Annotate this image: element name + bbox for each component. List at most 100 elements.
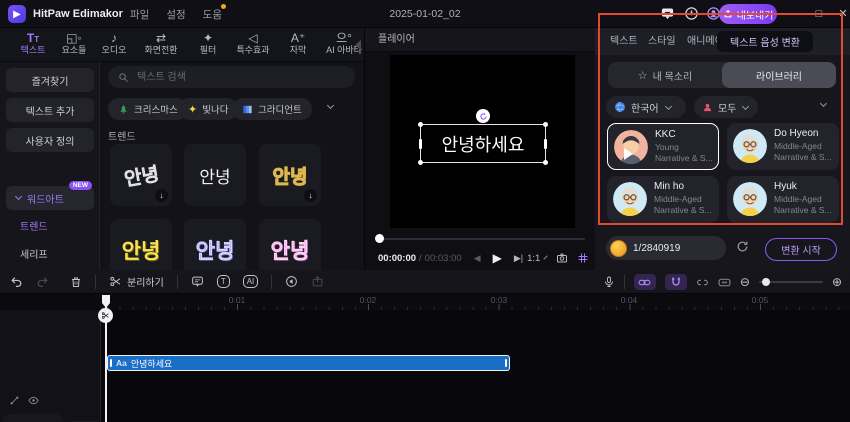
text-sidebar: 즐겨찾기 텍스트 추가 사용자 정의 워드아트 NEW 트렌드 세리프 산 세리… <box>0 62 100 270</box>
close-button[interactable]: ✕ <box>836 7 850 21</box>
text-style-thumb[interactable]: 안녕 ↓ <box>259 144 321 206</box>
chip-christmas[interactable]: 크리스마스 <box>108 98 188 120</box>
fit-timeline-icon[interactable] <box>718 276 731 289</box>
export-button[interactable]: 내보내기 <box>719 4 777 24</box>
resize-handle[interactable] <box>418 160 423 165</box>
playhead-split-icon[interactable] <box>98 308 113 323</box>
menubar: 파일 설정 도움 <box>130 0 226 28</box>
panel-collapse-arrow[interactable] <box>355 40 361 50</box>
voiceover-icon[interactable] <box>285 275 298 288</box>
track-link-icon[interactable] <box>9 395 20 406</box>
zoom-in-icon[interactable]: ⊕ <box>832 275 842 289</box>
chip-glow[interactable]: ✦ 빛나다 <box>178 98 239 120</box>
minimize-button[interactable]: — <box>786 7 800 21</box>
voice-card-min-ho[interactable]: Min ho Middle-Aged Narrative & S... <box>607 176 719 223</box>
filters-expand-chevron-icon[interactable] <box>819 99 828 108</box>
resize-handle[interactable] <box>543 160 548 165</box>
chip-gradient[interactable]: 그라디언트 <box>232 98 312 120</box>
voice-card-do-hyeon[interactable]: Do Hyeon Middle-Aged Narrative & S... <box>727 123 839 170</box>
text-style-thumb[interactable]: 안녕 ↓ <box>110 144 172 206</box>
christmas-tree-icon <box>120 104 127 114</box>
zoom-out-icon[interactable]: ⊖ <box>740 275 750 289</box>
refresh-icon[interactable] <box>736 240 749 253</box>
time-current: 00:00:00 <box>378 252 417 264</box>
grid-icon[interactable] <box>577 252 589 264</box>
record-mic-icon[interactable] <box>603 276 615 288</box>
voice-card-kkc[interactable]: KKC Young Narrative & S... <box>607 123 719 170</box>
text-style-thumb[interactable]: 안녕 <box>184 219 246 270</box>
export-clip-icon[interactable] <box>311 275 324 288</box>
video-canvas[interactable]: 안녕하세요 <box>390 55 575 228</box>
sidebar-subitem-serif[interactable]: 세리프 <box>20 246 48 261</box>
player-scrubber[interactable] <box>375 238 585 240</box>
resize-handle[interactable] <box>418 122 423 127</box>
delete-icon[interactable] <box>70 276 82 288</box>
download-icon[interactable] <box>684 6 700 22</box>
timeline-ruler[interactable]: 0:01 0:02 0:03 0:04 0:05 <box>100 294 850 310</box>
prev-frame-icon[interactable]: ◀ <box>474 253 481 264</box>
start-conversion-button[interactable]: 변환 시작 <box>765 238 837 261</box>
menu-help[interactable]: 도움 <box>203 3 226 22</box>
sidebar-item-wordart[interactable]: 워드아트 NEW <box>6 181 94 210</box>
resize-handle[interactable] <box>419 139 422 149</box>
media-library-panel: TT 텍스트 ◱◦ 요소들 ♪ 오디오 ⇄ 화면전환 ✦ 필터 ◁ 특수효과 A⁺ 자막 으°… <box>0 28 365 270</box>
resize-handle[interactable] <box>544 139 547 149</box>
library-segment[interactable]: 라이브러리 <box>722 62 836 88</box>
text-selection-box[interactable]: 안녕하세요 <box>418 122 548 165</box>
menu-settings[interactable]: 설정 <box>166 7 185 22</box>
clip-trim-handle-right[interactable] <box>505 359 507 367</box>
sidebar-subitem-trend[interactable]: 트렌드 <box>20 218 48 233</box>
search-box[interactable] <box>108 66 355 88</box>
resize-handle[interactable] <box>543 122 548 127</box>
divider <box>271 274 273 289</box>
scrubber-thumb[interactable] <box>375 234 384 243</box>
play-icon[interactable]: ▶ <box>493 251 502 265</box>
search-input[interactable] <box>135 70 315 84</box>
text-style-thumb[interactable]: 안녕 <box>259 219 321 270</box>
divider <box>176 274 178 289</box>
time-separator: / <box>419 252 422 264</box>
track-visibility-eye-icon[interactable] <box>28 395 39 406</box>
chevron-down-icon <box>664 102 672 110</box>
app-window: ▶ HitPaw Edimakor 파일 설정 도움 2025-01-02_02… <box>0 0 850 422</box>
next-frame-icon[interactable]: ▶| <box>514 253 523 264</box>
timeline-zoom-slider[interactable] <box>758 278 823 286</box>
magnet-snap-icon[interactable] <box>664 274 687 290</box>
snapshot-icon[interactable] <box>556 252 568 264</box>
sidebar-item-custom[interactable]: 사용자 정의 <box>6 128 94 152</box>
sidebar-item-add-text[interactable]: 텍스트 추가 <box>6 98 94 122</box>
text-style-thumb[interactable]: 안녕 <box>184 144 246 206</box>
clip-trim-handle-left[interactable] <box>110 359 112 367</box>
zoom-ratio-chevron-icon[interactable] <box>543 254 548 260</box>
unlink-icon[interactable] <box>696 276 709 289</box>
redo-icon[interactable] <box>36 275 49 288</box>
chips-expand-chevron-icon[interactable] <box>326 101 335 110</box>
text-clip[interactable]: Aa 안녕하세요 <box>107 355 510 371</box>
feedback-icon[interactable] <box>660 6 676 22</box>
split-button[interactable]: 분리하기 <box>109 274 164 289</box>
tab-style[interactable]: 스타일 <box>648 28 676 55</box>
zoom-slider-thumb[interactable] <box>761 278 770 286</box>
share-icon <box>724 10 732 18</box>
subtitle-bubble-icon[interactable] <box>191 275 204 288</box>
rotate-handle[interactable] <box>476 109 490 123</box>
voice-filter-dropdown[interactable]: 모두 <box>694 96 758 118</box>
app-name: HitPaw Edimakor <box>33 8 123 20</box>
ai-tool-icon[interactable]: AI <box>242 275 259 288</box>
my-voice-segment[interactable]: ☆ 내 목소리 <box>608 62 722 88</box>
voice-avatar <box>733 129 767 163</box>
tts-tabstrip: 텍스트 스타일 애니메이션 텍스트 음성 변환 <box>595 28 850 55</box>
undo-icon[interactable] <box>10 275 23 288</box>
tts-panel: 텍스트 스타일 애니메이션 텍스트 음성 변환 ☆ 내 목소리 라이브러리 한국… <box>595 28 850 270</box>
sidebar-item-favorites[interactable]: 즐겨찾기 <box>6 68 94 92</box>
menu-file[interactable]: 파일 <box>130 7 149 22</box>
link-clips-icon[interactable] <box>633 274 656 290</box>
text-style-thumb[interactable]: 안녕 <box>110 219 172 270</box>
zoom-ratio-value[interactable]: 1:1 <box>527 253 540 264</box>
tab-text-props[interactable]: 텍스트 <box>610 28 638 55</box>
tab-tts[interactable]: 텍스트 음성 변환 <box>717 31 813 52</box>
voice-card-hyuk[interactable]: Hyuk Middle-Aged Narrative & S... <box>727 176 839 223</box>
maximize-button[interactable]: □ <box>812 7 826 21</box>
text-tool-icon[interactable]: T <box>216 275 230 288</box>
language-dropdown[interactable]: 한국어 <box>606 96 686 118</box>
